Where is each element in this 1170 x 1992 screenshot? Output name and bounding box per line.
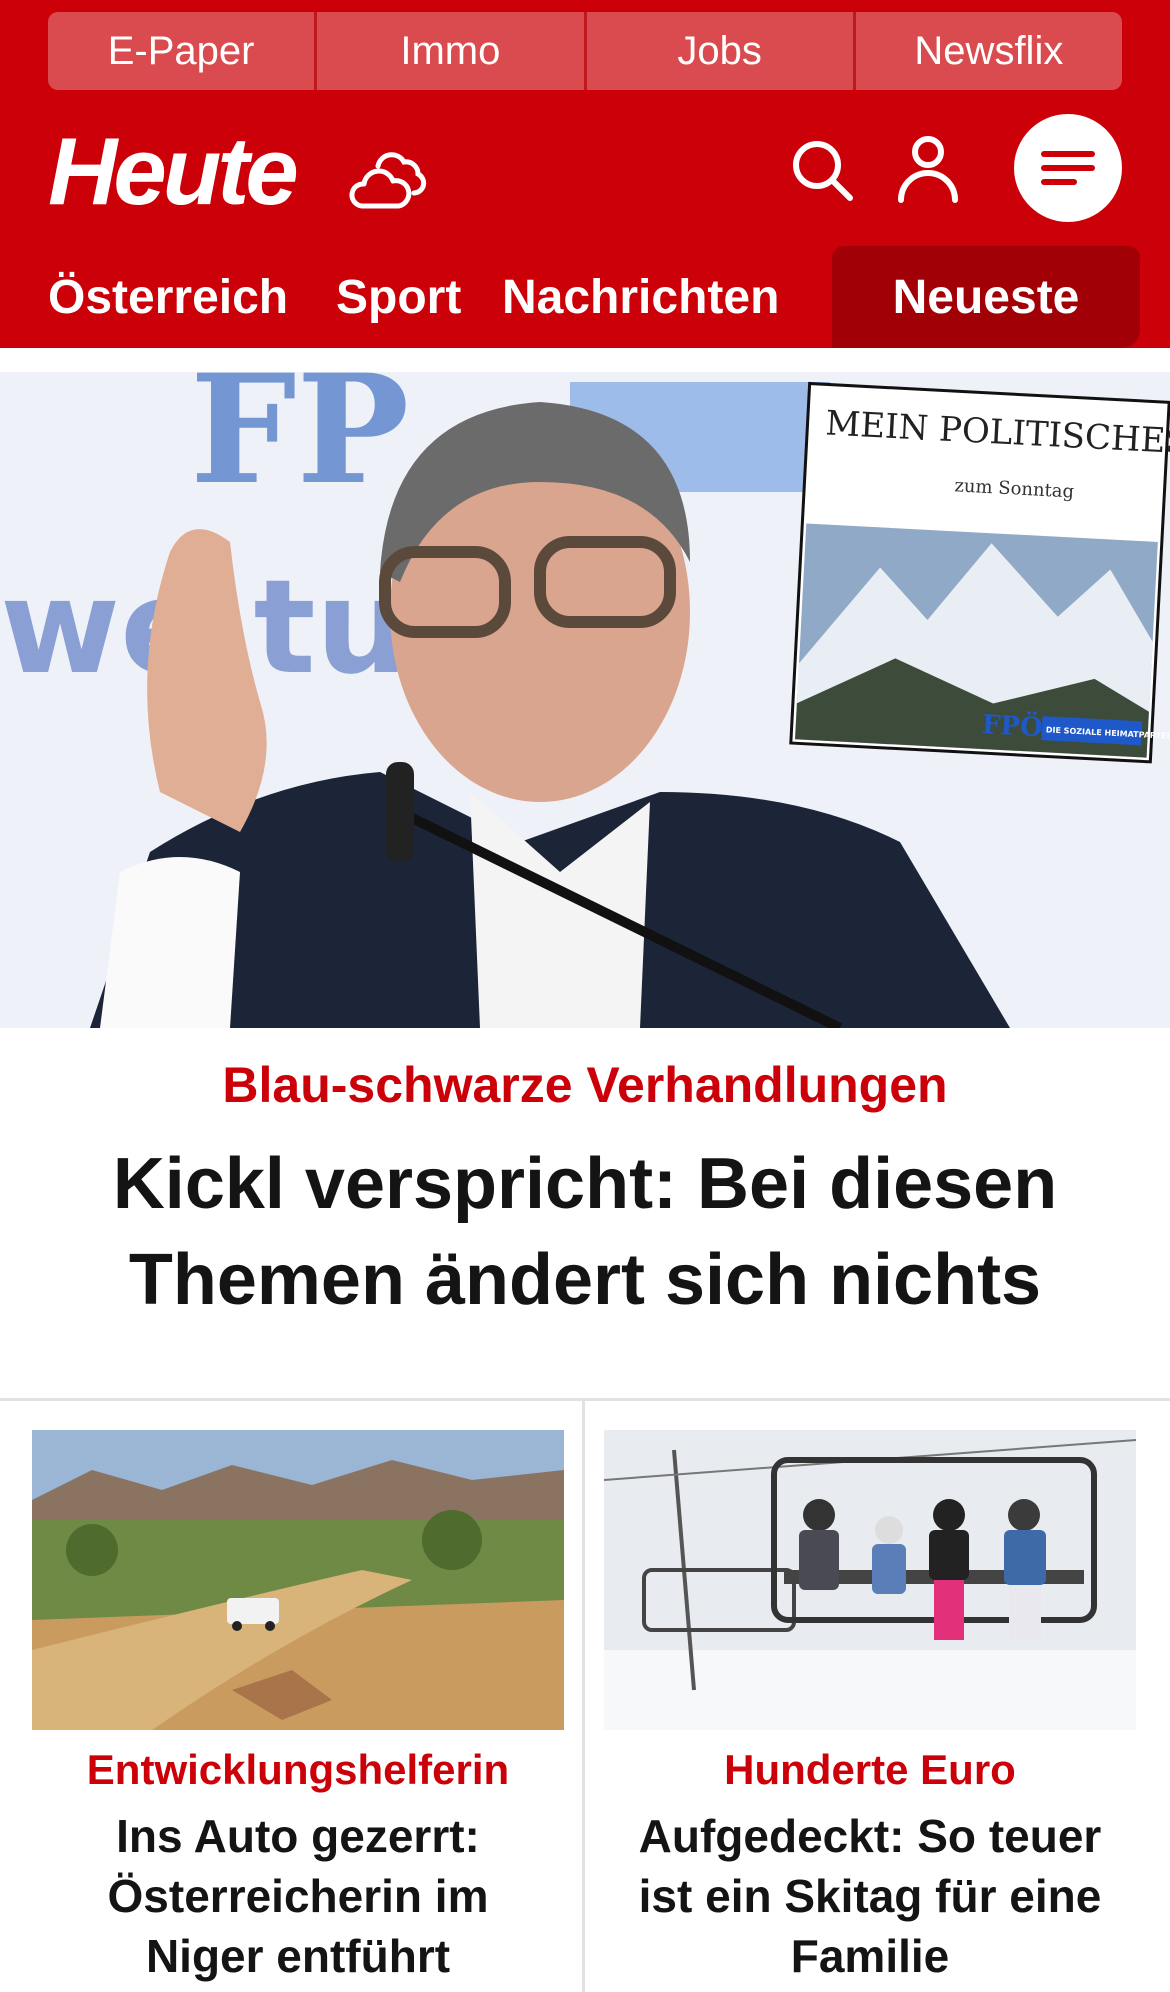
article-card-skitag[interactable]: Hunderte Euro Aufgedeckt: So teuer ist e… [604,1430,1136,1986]
card-headline[interactable]: Aufgedeckt: So teuer ist ein Skitag für … [604,1806,1136,1986]
topnav-newsflix[interactable]: Newsflix [855,12,1122,90]
tab-oesterreich[interactable]: Österreich [48,246,288,348]
card-kicker: Entwicklungshelferin [86,1746,510,1793]
article-thumbnail[interactable] [604,1430,1136,1730]
hero-article[interactable]: Blau-schwarze Verhandlungen Kickl verspr… [0,1050,1170,1328]
desert-photo [32,1430,564,1730]
site-header: E-Paper Immo Jobs Newsflix Heute Österre… [0,0,1170,348]
tab-neueste[interactable]: Neueste [832,246,1140,348]
article-card-niger[interactable]: Entwicklungshelferin Ins Auto gezerrt: Ö… [32,1430,564,1986]
site-logo[interactable]: Heute [48,124,299,220]
section-divider [0,1398,1170,1401]
svg-text:FP: FP [190,372,409,518]
search-icon[interactable] [790,138,856,204]
card-kicker: Hunderte Euro [724,1746,1016,1793]
tab-nachrichten[interactable]: Nachrichten [502,246,779,348]
topnav-jobs[interactable]: Jobs [586,12,856,90]
user-icon[interactable] [896,134,960,204]
section-nav: Österreich Sport Nachrichten Neueste [0,246,1170,348]
column-divider [582,1400,585,1992]
ski-lift-photo [604,1430,1136,1730]
menu-button[interactable] [1014,114,1122,222]
cloud-weather-icon[interactable] [348,144,428,214]
tab-sport[interactable]: Sport [336,246,461,348]
topnav-immo[interactable]: Immo [317,12,587,90]
inset-logo: FPÖ [981,708,1043,743]
menu-icon [1041,151,1095,185]
article-thumbnail[interactable] [32,1430,564,1730]
hero-kicker: Blau-schwarze Verhandlungen [222,1057,948,1113]
topnav-epaper[interactable]: E-Paper [48,12,318,90]
hero-headline[interactable]: Kickl verspricht: Bei diesen Themen ände… [0,1136,1170,1328]
card-headline[interactable]: Ins Auto gezerrt: Österreicherin im Nige… [32,1806,564,1986]
brand-row: Heute [48,110,1122,240]
hero-image[interactable]: FP we tu ür MEIN POLITISCHES WORT zum So… [0,372,1170,1028]
hero-photo: FP we tu ür MEIN POLITISCHES WORT zum So… [0,372,1170,1028]
top-nav: E-Paper Immo Jobs Newsflix [48,12,1122,90]
